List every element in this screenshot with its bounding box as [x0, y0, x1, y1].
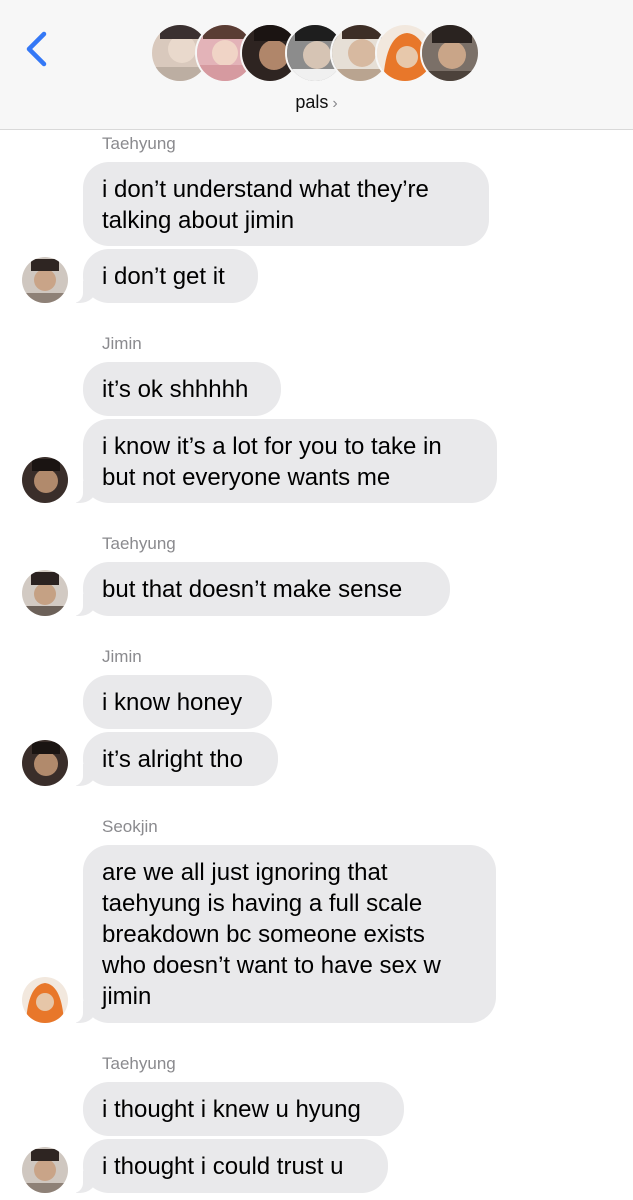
group-name[interactable]: pals ›: [0, 92, 633, 113]
conversation-header: pals ›: [0, 0, 633, 130]
message-bubble[interactable]: i know it’s a lot for you to take in but…: [73, 419, 497, 503]
message-text: it’s ok shhhhh: [102, 376, 249, 403]
message-bubble[interactable]: i thought i knew u hyung: [83, 1082, 404, 1136]
sender-name: Jimin: [102, 334, 142, 353]
avatar[interactable]: [22, 257, 68, 303]
message-line: i don’t understand what they’re: [102, 176, 429, 203]
message-text: i know honey: [102, 689, 243, 716]
avatar[interactable]: [22, 740, 68, 786]
sender-name: Jimin: [102, 647, 142, 666]
message-bubble[interactable]: it’s ok shhhhh: [83, 362, 281, 416]
message-text: but that doesn’t make sense: [102, 576, 403, 603]
group-name-label: pals: [295, 92, 329, 112]
message-bubble[interactable]: are we all just ignoring that taehyung i…: [73, 845, 496, 1023]
message-bubble[interactable]: i know honey: [83, 675, 272, 729]
message-line: jimin: [102, 983, 152, 1010]
avatar[interactable]: [22, 570, 68, 616]
message-bubble[interactable]: i thought i could trust u: [73, 1139, 388, 1193]
message-text: i don’t get it: [102, 263, 225, 290]
message-line: but not everyone wants me: [102, 464, 391, 491]
message-line: are we all just ignoring that: [102, 859, 388, 886]
message-bubble[interactable]: i don’t understand what they’re talking …: [83, 162, 489, 246]
message-line: talking about jimin: [102, 207, 295, 234]
message-line: breakdown bc someone exists: [102, 921, 425, 948]
sender-name: Taehyung: [102, 1054, 176, 1073]
chevron-right-icon: ›: [332, 95, 338, 112]
message-text: i thought i could trust u: [102, 1153, 344, 1180]
chevron-left-icon[interactable]: [20, 30, 54, 68]
avatar[interactable]: [22, 977, 68, 1023]
message-line: taehyung is having a full scale: [102, 890, 423, 917]
avatar[interactable]: [22, 457, 68, 503]
message-text: i thought i knew u hyung: [102, 1096, 361, 1123]
sender-name: Seokjin: [102, 817, 158, 836]
avatar[interactable]: [22, 1147, 68, 1193]
group-avatars[interactable]: [150, 23, 490, 85]
sender-name: Taehyung: [102, 134, 176, 153]
message-line: who doesn’t want to have sex w: [102, 952, 441, 979]
avatar: [420, 23, 480, 83]
message-line: i know it’s a lot for you to take in: [102, 433, 442, 460]
sender-name: Taehyung: [102, 534, 176, 553]
message-bubble[interactable]: it’s alright tho: [73, 732, 278, 786]
message-text: it’s alright tho: [102, 746, 243, 773]
message-bubble[interactable]: but that doesn’t make sense: [73, 562, 450, 616]
message-bubble[interactable]: i don’t get it: [73, 249, 258, 303]
